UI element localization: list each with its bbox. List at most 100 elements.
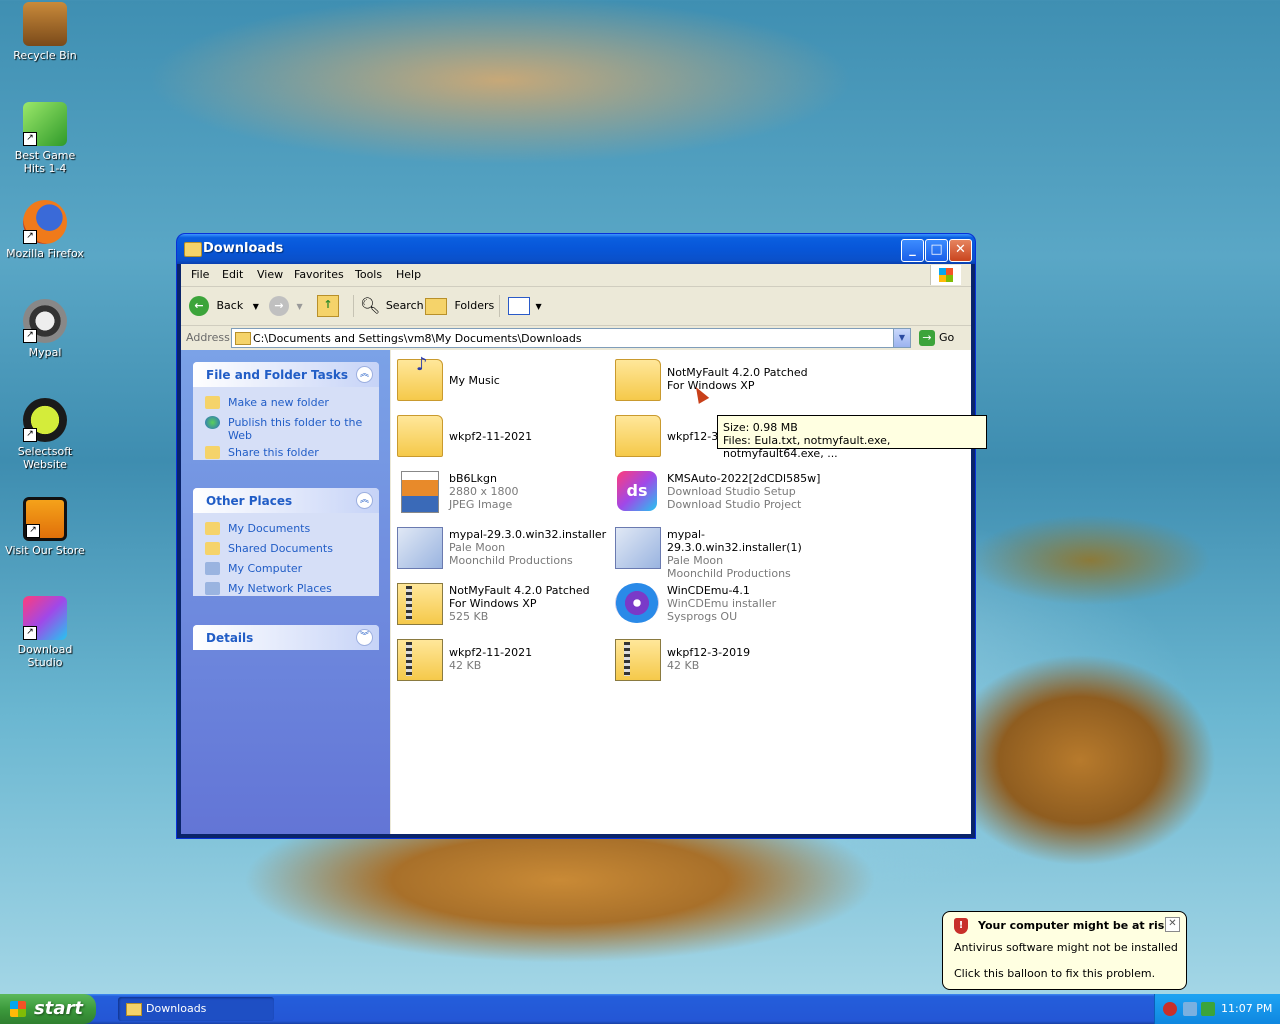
- game-dice-icon: ↗: [23, 102, 67, 146]
- file-item-my-music[interactable]: ♪ My Music: [391, 354, 601, 406]
- balloon-action: Click this balloon to fix this problem.: [954, 967, 1156, 980]
- panel-title: Other Places: [206, 494, 293, 508]
- taskbar-item-downloads[interactable]: Downloads: [118, 997, 274, 1021]
- share-folder-icon: [205, 446, 220, 459]
- chevron-down-icon[interactable]: ▼: [893, 329, 910, 347]
- file-item-notmyfault-folder[interactable]: NotMyFault 4.2.0 Patched For Windows XP: [609, 354, 819, 406]
- place-my-network-places[interactable]: My Network Places: [193, 579, 379, 599]
- my-computer-icon: [205, 562, 220, 575]
- place-label: My Documents: [228, 522, 311, 535]
- file-name: NotMyFault 4.2.0 Patched For Windows XP: [449, 584, 590, 610]
- desktop-icon-recycle-bin[interactable]: Recycle Bin: [0, 2, 90, 62]
- address-value: C:\Documents and Settings\vm8\My Documen…: [253, 332, 582, 345]
- place-label: Shared Documents: [228, 542, 333, 555]
- windows-logo-icon: [10, 1001, 26, 1017]
- network-icon[interactable]: [1183, 1002, 1197, 1016]
- clock[interactable]: 11:07 PM: [1221, 1002, 1272, 1015]
- place-label: My Network Places: [228, 582, 332, 595]
- back-button[interactable]: ← Back ▼: [189, 295, 259, 317]
- panel-header[interactable]: Other Places ︽: [193, 488, 379, 513]
- file-item-mypal-installer-1[interactable]: mypal-29.3.0.win32.installer(1) Pale Moo…: [609, 522, 819, 580]
- chevron-up-icon[interactable]: ︽: [356, 366, 373, 383]
- desktop-icon-mypal[interactable]: ↗ Mypal: [0, 299, 90, 359]
- menu-file[interactable]: File: [191, 268, 209, 281]
- shortcut-arrow-icon: ↗: [26, 524, 40, 538]
- file-item-wkpf2-zip[interactable]: wkpf2-11-2021 42 KB: [391, 634, 601, 686]
- file-item-notmyfault-zip[interactable]: NotMyFault 4.2.0 Patched For Windows XP …: [391, 578, 601, 630]
- close-button[interactable]: ✕: [949, 239, 972, 262]
- desktop-icon-best-game-hits[interactable]: ↗ Best Game Hits 1-4: [0, 102, 90, 175]
- chevron-down-icon[interactable]: ︾: [356, 629, 373, 646]
- views-button[interactable]: ▼: [499, 295, 542, 317]
- cd-disc-icon: [615, 583, 659, 623]
- file-item-wkpf12-zip[interactable]: wkpf12-3-2019 42 KB: [609, 634, 819, 686]
- details-panel: Details ︾: [193, 625, 379, 650]
- task-make-new-folder[interactable]: Make a new folder: [193, 393, 379, 413]
- panel-title: File and Folder Tasks: [206, 368, 349, 382]
- panel-header[interactable]: Details ︾: [193, 625, 379, 650]
- desktop-icon-firefox[interactable]: ↗ Mozilla Firefox: [0, 200, 90, 260]
- file-item-mypal-installer[interactable]: mypal-29.3.0.win32.installer Pale Moon M…: [391, 522, 606, 574]
- desktop-icon-label: Mypal: [28, 346, 62, 359]
- file-item-wincdemu[interactable]: WinCDEmu-4.1 WinCDEmu installer Sysprogs…: [609, 578, 819, 630]
- place-my-computer[interactable]: My Computer: [193, 559, 379, 579]
- desktop-icon-visit-store[interactable]: ↗ Visit Our Store: [0, 497, 90, 557]
- menu-edit[interactable]: Edit: [222, 268, 243, 281]
- task-label: Share this folder: [228, 446, 319, 459]
- folders-button[interactable]: Folders: [425, 295, 494, 317]
- zip-folder-icon: [397, 583, 443, 625]
- zip-folder-icon: [397, 639, 443, 681]
- file-name: wkpf2-11-2021: [449, 646, 533, 659]
- chevron-up-icon[interactable]: ︽: [356, 492, 373, 509]
- minimize-button[interactable]: _: [901, 239, 924, 262]
- file-item-jpeg[interactable]: bB6Lkgn 2880 x 1800 JPEG Image: [391, 466, 601, 518]
- desktop-icon-label: Download Studio: [17, 643, 73, 669]
- panel-header[interactable]: File and Folder Tasks ︽: [193, 362, 379, 387]
- place-label: My Computer: [228, 562, 303, 575]
- network-places-icon: [205, 582, 220, 595]
- security-alert-icon[interactable]: [1163, 1002, 1177, 1016]
- panel-title: Details: [206, 631, 254, 645]
- desktop-icon-download-studio[interactable]: ↗ Download Studio: [0, 596, 90, 669]
- folder-icon: [126, 1003, 142, 1016]
- file-detail: Download Studio Setup: [667, 485, 796, 498]
- task-publish-folder[interactable]: Publish this folder to the Web: [193, 413, 379, 443]
- file-name: KMSAuto-2022[2dCDl585w]: [667, 472, 821, 485]
- start-button[interactable]: start: [0, 994, 96, 1024]
- task-share-folder[interactable]: Share this folder: [193, 443, 379, 463]
- go-button[interactable]: → Go: [919, 329, 954, 347]
- security-balloon[interactable]: ! Your computer might be at risk ✕ Antiv…: [942, 911, 1187, 990]
- menu-favorites[interactable]: Favorites: [294, 268, 344, 281]
- system-tray: 11:07 PM: [1154, 994, 1280, 1024]
- my-documents-icon: [205, 522, 220, 535]
- safely-remove-icon[interactable]: [1201, 1002, 1215, 1016]
- place-shared-documents[interactable]: Shared Documents: [193, 539, 379, 559]
- file-item-wkpf2-folder[interactable]: wkpf2-11-2021: [391, 410, 601, 462]
- maximize-button[interactable]: □: [925, 239, 948, 262]
- desktop-icon-selectsoft[interactable]: ↗ Selectsoft Website: [0, 398, 90, 471]
- shared-documents-icon: [205, 542, 220, 555]
- download-studio-icon: ds: [617, 471, 657, 511]
- forward-button[interactable]: → ▼: [269, 295, 303, 317]
- shortcut-arrow-icon: ↗: [23, 329, 37, 343]
- chevron-down-icon[interactable]: ▼: [253, 302, 259, 311]
- tooltip-size: Size: 0.98 MB: [723, 421, 798, 434]
- search-button[interactable]: 🔍︎ Search: [353, 295, 424, 317]
- windows-logo-icon: [930, 265, 961, 285]
- up-folder-button[interactable]: ↑: [317, 295, 339, 317]
- file-name: WinCDEmu-4.1: [667, 584, 750, 597]
- title-bar[interactable]: Downloads _ □ ✕: [177, 234, 975, 264]
- place-my-documents[interactable]: My Documents: [193, 519, 379, 539]
- file-item-kmsauto[interactable]: ds KMSAuto-2022[2dCDl585w] Download Stud…: [609, 466, 820, 518]
- task-pane: File and Folder Tasks ︽ Make a new folde…: [181, 350, 390, 834]
- close-icon[interactable]: ✕: [1165, 917, 1180, 932]
- shortcut-arrow-icon: ↗: [23, 428, 37, 442]
- menu-help[interactable]: Help: [396, 268, 421, 281]
- menu-tools[interactable]: Tools: [355, 268, 382, 281]
- file-detail: 2880 x 1800: [449, 485, 519, 498]
- search-label: Search: [385, 299, 424, 312]
- file-name: wkpf12-3-2019: [667, 646, 751, 659]
- menu-view[interactable]: View: [257, 268, 283, 281]
- new-folder-icon: [205, 396, 220, 409]
- address-input[interactable]: C:\Documents and Settings\vm8\My Documen…: [231, 328, 911, 348]
